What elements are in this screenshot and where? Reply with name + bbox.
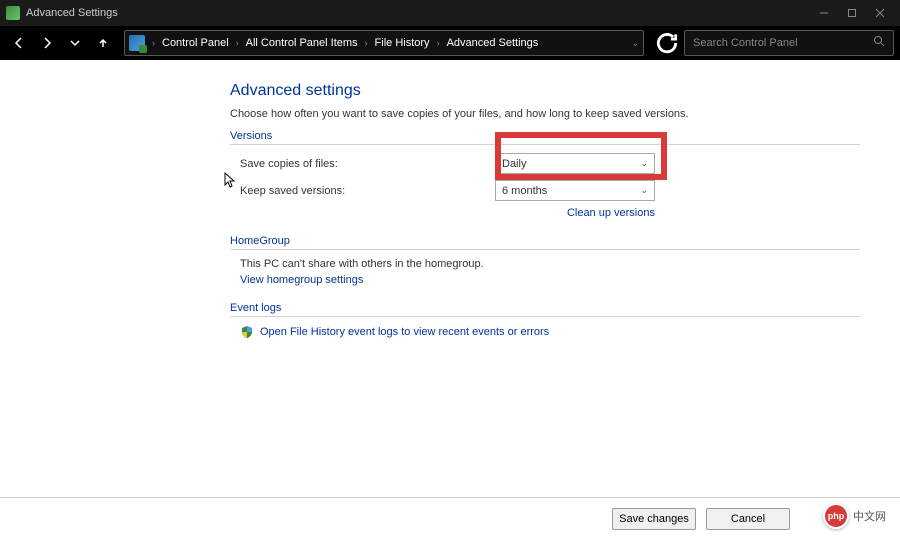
chevron-down-icon[interactable]: ⌄ [631,38,639,49]
window-title: Advanced Settings [26,7,118,19]
watermark-logo: php [823,503,849,529]
back-button[interactable] [6,30,32,56]
page-description: Choose how often you want to save copies… [230,108,860,120]
homegroup-section: HomeGroup This PC can't share with other… [230,235,860,286]
address-bar[interactable]: › Control Panel › All Control Panel Item… [124,30,644,56]
eventlogs-section: Event logs Open File History event logs … [230,302,860,339]
keep-versions-row: Keep saved versions: 6 months ⌄ [230,180,860,201]
control-panel-icon [129,35,145,51]
section-label: Event logs [230,302,860,317]
content-area: Advanced settings Choose how often you w… [0,60,900,539]
maximize-button[interactable] [838,3,866,23]
search-input[interactable] [693,37,873,49]
breadcrumb-item[interactable]: File History [371,37,434,49]
homegroup-settings-link[interactable]: View homegroup settings [240,274,363,286]
page-title: Advanced settings [230,82,860,100]
breadcrumb-item[interactable]: All Control Panel Items [242,37,362,49]
save-copies-label: Save copies of files: [240,158,495,170]
breadcrumb-item[interactable]: Advanced Settings [443,37,543,49]
search-icon[interactable] [873,34,885,52]
chevron-right-icon[interactable]: › [233,38,242,48]
keep-versions-dropdown[interactable]: 6 months ⌄ [495,180,655,201]
breadcrumb-item[interactable]: Control Panel [158,37,233,49]
app-icon [6,6,20,20]
homegroup-text: This PC can't share with others in the h… [230,258,860,270]
close-button[interactable] [866,3,894,23]
watermark-text: 中文网 [853,508,886,524]
save-copies-row: Save copies of files: Daily ⌄ [230,153,860,174]
keep-versions-label: Keep saved versions: [240,185,495,197]
chevron-right-icon[interactable]: › [149,38,158,48]
section-label: HomeGroup [230,235,860,250]
footer: Save changes Cancel [0,497,900,539]
up-button[interactable] [90,30,116,56]
refresh-button[interactable] [654,30,680,56]
save-copies-dropdown[interactable]: Daily ⌄ [495,153,655,174]
shield-icon [240,325,254,339]
save-copies-value: Daily [502,158,526,170]
cursor-icon [224,172,236,190]
navbar: › Control Panel › All Control Panel Item… [0,26,900,60]
eventlogs-link[interactable]: Open File History event logs to view rec… [260,326,549,338]
save-button[interactable]: Save changes [612,508,696,530]
versions-section: Versions Save copies of files: Daily ⌄ K… [230,130,860,219]
chevron-right-icon[interactable]: › [434,38,443,48]
cancel-button[interactable]: Cancel [706,508,790,530]
watermark: php 中文网 [823,503,886,529]
keep-versions-value: 6 months [502,185,547,197]
chevron-right-icon[interactable]: › [362,38,371,48]
search-box[interactable] [684,30,894,56]
cleanup-versions-link[interactable]: Clean up versions [567,207,655,219]
chevron-down-icon: ⌄ [640,185,648,196]
forward-button[interactable] [34,30,60,56]
chevron-down-icon: ⌄ [640,158,648,169]
titlebar: Advanced Settings [0,0,900,26]
recent-locations-button[interactable] [62,30,88,56]
minimize-button[interactable] [810,3,838,23]
section-label: Versions [230,130,860,145]
